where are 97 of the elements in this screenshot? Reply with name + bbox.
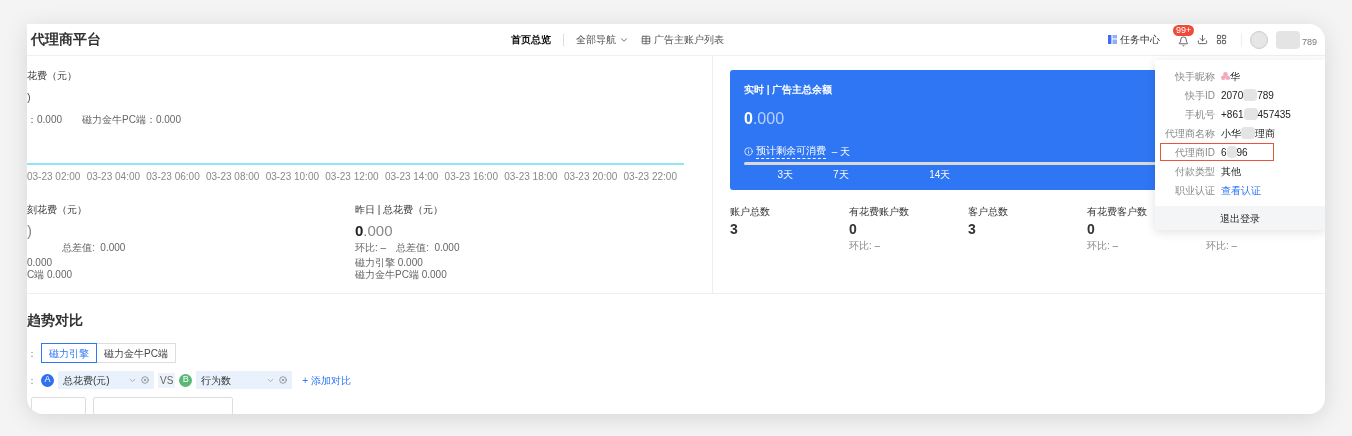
field-value: 小华 <box>1221 126 1241 141</box>
axis-label: 03-23 10:00 <box>265 169 319 184</box>
redaction <box>1243 89 1258 101</box>
stat-label: 客户总数 <box>968 205 1009 217</box>
axis-label: 03-23 20:00 <box>563 169 618 184</box>
tick-label: 3天 <box>777 168 793 182</box>
stat-value: 3 <box>968 220 977 236</box>
apps-icon[interactable] <box>1215 34 1227 45</box>
spend-value: ) <box>27 220 33 238</box>
download-icon[interactable] <box>1196 34 1208 45</box>
card-title: 实时 | 广告主总余额 <box>744 83 834 97</box>
task-center-button[interactable]: 任务中心 <box>1107 32 1160 47</box>
field-label: 代理商ID <box>1174 145 1215 160</box>
nav-tab[interactable]: 广告主账户列表 <box>641 32 724 47</box>
user-id: 789 <box>1301 35 1317 49</box>
view-certification-link[interactable]: 查看认证 <box>1221 182 1261 198</box>
field-value: 理商 <box>1255 126 1275 141</box>
redaction <box>1226 146 1237 158</box>
redaction <box>1241 127 1255 139</box>
stat-value: 0 <box>849 220 858 236</box>
stat-value: 3 <box>730 220 739 236</box>
stat-label: 有花费客户数 <box>1087 205 1148 217</box>
field-value: 2070 <box>1221 88 1244 103</box>
platform-title: 代理商平台 <box>31 30 102 49</box>
input-field[interactable] <box>31 397 86 414</box>
field-label: 付款类型 <box>1174 164 1215 179</box>
axis-label: 03-23 06:00 <box>146 169 200 184</box>
stat-value: 0 <box>1087 220 1096 236</box>
diff-text: 总差值: 0.000 <box>62 240 126 252</box>
forecast-label[interactable]: 预计剩余可消费 <box>756 143 826 159</box>
breakdown-text: ：0.000 <box>27 112 63 127</box>
diff-text: 总差值: 0.000 <box>396 240 460 252</box>
task-icon <box>1107 35 1117 44</box>
clear-icon <box>141 376 149 384</box>
breakdown-text: 磁力金牛PC端：0.000 <box>82 112 181 127</box>
spend-value: 0.000 <box>355 220 394 238</box>
axis-label: 03-23 02:00 <box>27 169 81 184</box>
tick-label: 7天 <box>833 168 849 182</box>
metric-badge: B <box>179 373 193 387</box>
axis-label: 03-23 16:00 <box>444 169 498 184</box>
tick-label: 14天 <box>929 168 951 182</box>
card-title: 花费（元） <box>27 69 78 83</box>
metric-select[interactable]: 行为数 <box>196 371 293 389</box>
vs-label: VS <box>158 372 176 388</box>
field-value: 96 <box>1236 145 1248 160</box>
ratio-text: 环比: – <box>355 240 387 252</box>
redaction <box>1243 108 1258 120</box>
ratio-text: 环比: – <box>1087 239 1120 253</box>
spend-value: ) <box>27 90 32 105</box>
ratio-text: 环比: – <box>1206 239 1239 253</box>
metric-badge: A <box>41 373 54 387</box>
redaction <box>1275 30 1300 49</box>
forecast-value: – 天 <box>830 144 851 159</box>
axis-label: 03-23 22:00 <box>623 169 677 184</box>
nav-tab[interactable]: 全部导航 <box>576 32 629 47</box>
field-value: 457435 <box>1257 107 1291 122</box>
axis-label: 03-23 18:00 <box>504 169 558 184</box>
nav-tab[interactable]: 首页总览 <box>511 32 551 47</box>
field-label: 快手昵称 <box>1174 69 1215 84</box>
info-icon <box>744 146 753 156</box>
field-label: 代理商名称 <box>1164 126 1215 141</box>
axis-label: 03-23 14:00 <box>384 169 439 184</box>
field-value: 其他 <box>1221 164 1241 179</box>
field-value: 789 <box>1257 88 1274 103</box>
axis-label: 03-23 12:00 <box>325 169 379 184</box>
axis-label: 03-23 08:00 <box>205 169 260 184</box>
row-prefix: ： <box>27 346 37 361</box>
table-icon <box>641 34 651 45</box>
add-compare-link[interactable]: + 添加对比 <box>302 372 351 388</box>
channel-spend: 0.000 <box>27 256 54 269</box>
row-prefix: ： <box>27 373 37 388</box>
flower-icon <box>1221 71 1230 81</box>
clear-icon <box>279 376 288 384</box>
segment-tab[interactable]: 磁力引擎 <box>41 343 97 363</box>
section-title: 趋势对比 <box>27 311 84 330</box>
field-value: +861 <box>1221 107 1244 122</box>
logout-button[interactable]: 退出登录 <box>1155 206 1325 230</box>
axis-label: 03-23 04:00 <box>86 169 141 184</box>
field-value: 6 <box>1221 145 1227 160</box>
card-title: 昨日 | 总花费（元） <box>355 202 445 217</box>
channel-spend: 磁力金牛PC端 0.000 <box>355 268 448 281</box>
field-label: 职业认证 <box>1174 183 1215 198</box>
input-field[interactable] <box>93 397 233 414</box>
bell-icon[interactable] <box>1177 36 1189 47</box>
channel-spend: C端 0.000 <box>27 268 74 281</box>
stat-label: 账户总数 <box>730 205 771 217</box>
field-label: 手机号 <box>1184 107 1215 122</box>
notification-badge: 99+ <box>1172 25 1195 36</box>
ratio-text: 环比: – <box>849 239 882 253</box>
segment-tab[interactable]: 磁力金牛PC端 <box>96 343 176 363</box>
stat-label: 有花费账户数 <box>849 205 910 217</box>
metric-select[interactable]: 总花费(元) <box>58 371 154 389</box>
balance-value: 0.000 <box>744 109 786 129</box>
channel-spend: 磁力引擎 0.000 <box>355 256 424 269</box>
card-title: 刻花费（元） <box>27 202 88 217</box>
field-value: 华 <box>1230 69 1240 84</box>
field-label: 快手ID <box>1184 88 1215 103</box>
